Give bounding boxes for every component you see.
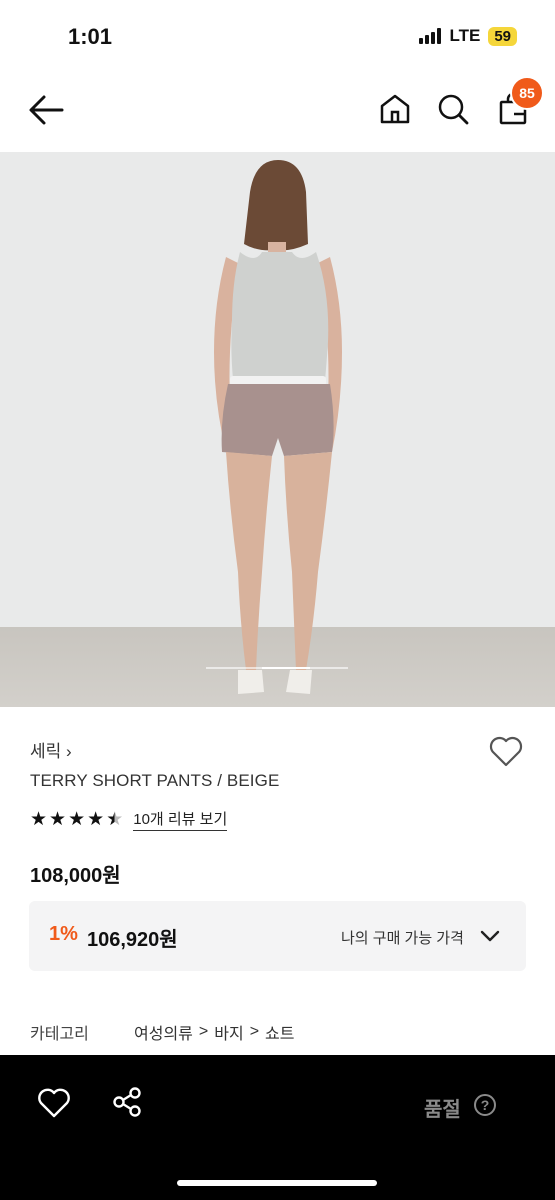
wishlist-heart-icon[interactable] bbox=[488, 734, 524, 768]
status-bar: 1:01 LTE 59 bbox=[0, 0, 555, 72]
category-label: 카테고리 bbox=[30, 1026, 89, 1043]
search-icon[interactable] bbox=[436, 92, 470, 126]
my-price-box[interactable]: 1% 106,920원 나의 구매 가능 가격 bbox=[29, 901, 526, 971]
share-icon[interactable] bbox=[110, 1085, 144, 1119]
rating-row: ★ ★ ★ ★ ★ 10개 리뷰 보기 bbox=[30, 808, 228, 831]
brand-link[interactable]: 세릭 › bbox=[30, 737, 72, 762]
category-breadcrumb: 여성의류 > 바지 > 쇼트 bbox=[134, 1020, 294, 1044]
chevron-down-icon[interactable] bbox=[479, 927, 501, 945]
star-icon: ★ bbox=[68, 809, 86, 830]
category-women-clothing[interactable]: 여성의류 bbox=[134, 1020, 193, 1044]
cart-count-badge: 85 bbox=[510, 76, 544, 110]
category-shorts[interactable]: 쇼트 bbox=[265, 1020, 294, 1044]
star-icon: ★ bbox=[87, 809, 105, 830]
product-price: 108,000원 bbox=[30, 865, 121, 887]
network-label: LTE bbox=[449, 26, 481, 45]
breadcrumb-separator: > bbox=[198, 1023, 209, 1040]
my-price-label: 나의 구매 가능 가격 bbox=[341, 930, 464, 947]
question-icon[interactable]: ? bbox=[474, 1094, 496, 1116]
category-pants[interactable]: 바지 bbox=[214, 1020, 243, 1044]
sold-out-label: 품절 bbox=[424, 1099, 461, 1121]
discount-rate: 1% bbox=[49, 923, 78, 945]
review-link[interactable]: 10개 리뷰 보기 bbox=[133, 808, 228, 831]
battery-indicator: 59 bbox=[488, 26, 517, 46]
discounted-price: 106,920원 bbox=[87, 929, 178, 951]
image-pager bbox=[206, 667, 348, 669]
half-star-icon: ★ bbox=[106, 809, 124, 830]
top-navigation bbox=[0, 80, 555, 140]
breadcrumb-separator: > bbox=[249, 1023, 260, 1040]
product-image[interactable] bbox=[0, 152, 555, 707]
back-arrow-icon[interactable] bbox=[26, 92, 66, 128]
heart-icon[interactable] bbox=[36, 1087, 72, 1119]
home-icon[interactable] bbox=[378, 92, 412, 126]
brand-name: 세릭 bbox=[30, 742, 62, 761]
star-icon: ★ bbox=[49, 809, 67, 830]
bottom-action-bar: 품절 ? bbox=[0, 1055, 555, 1200]
status-time: 1:01 bbox=[68, 24, 113, 49]
signal-icon bbox=[419, 28, 442, 44]
chevron-right-icon: › bbox=[66, 742, 72, 761]
model-illustration bbox=[214, 160, 342, 694]
star-icon: ★ bbox=[30, 809, 48, 830]
product-name: TERRY SHORT PANTS / BEIGE bbox=[30, 771, 280, 790]
home-indicator bbox=[177, 1180, 377, 1186]
